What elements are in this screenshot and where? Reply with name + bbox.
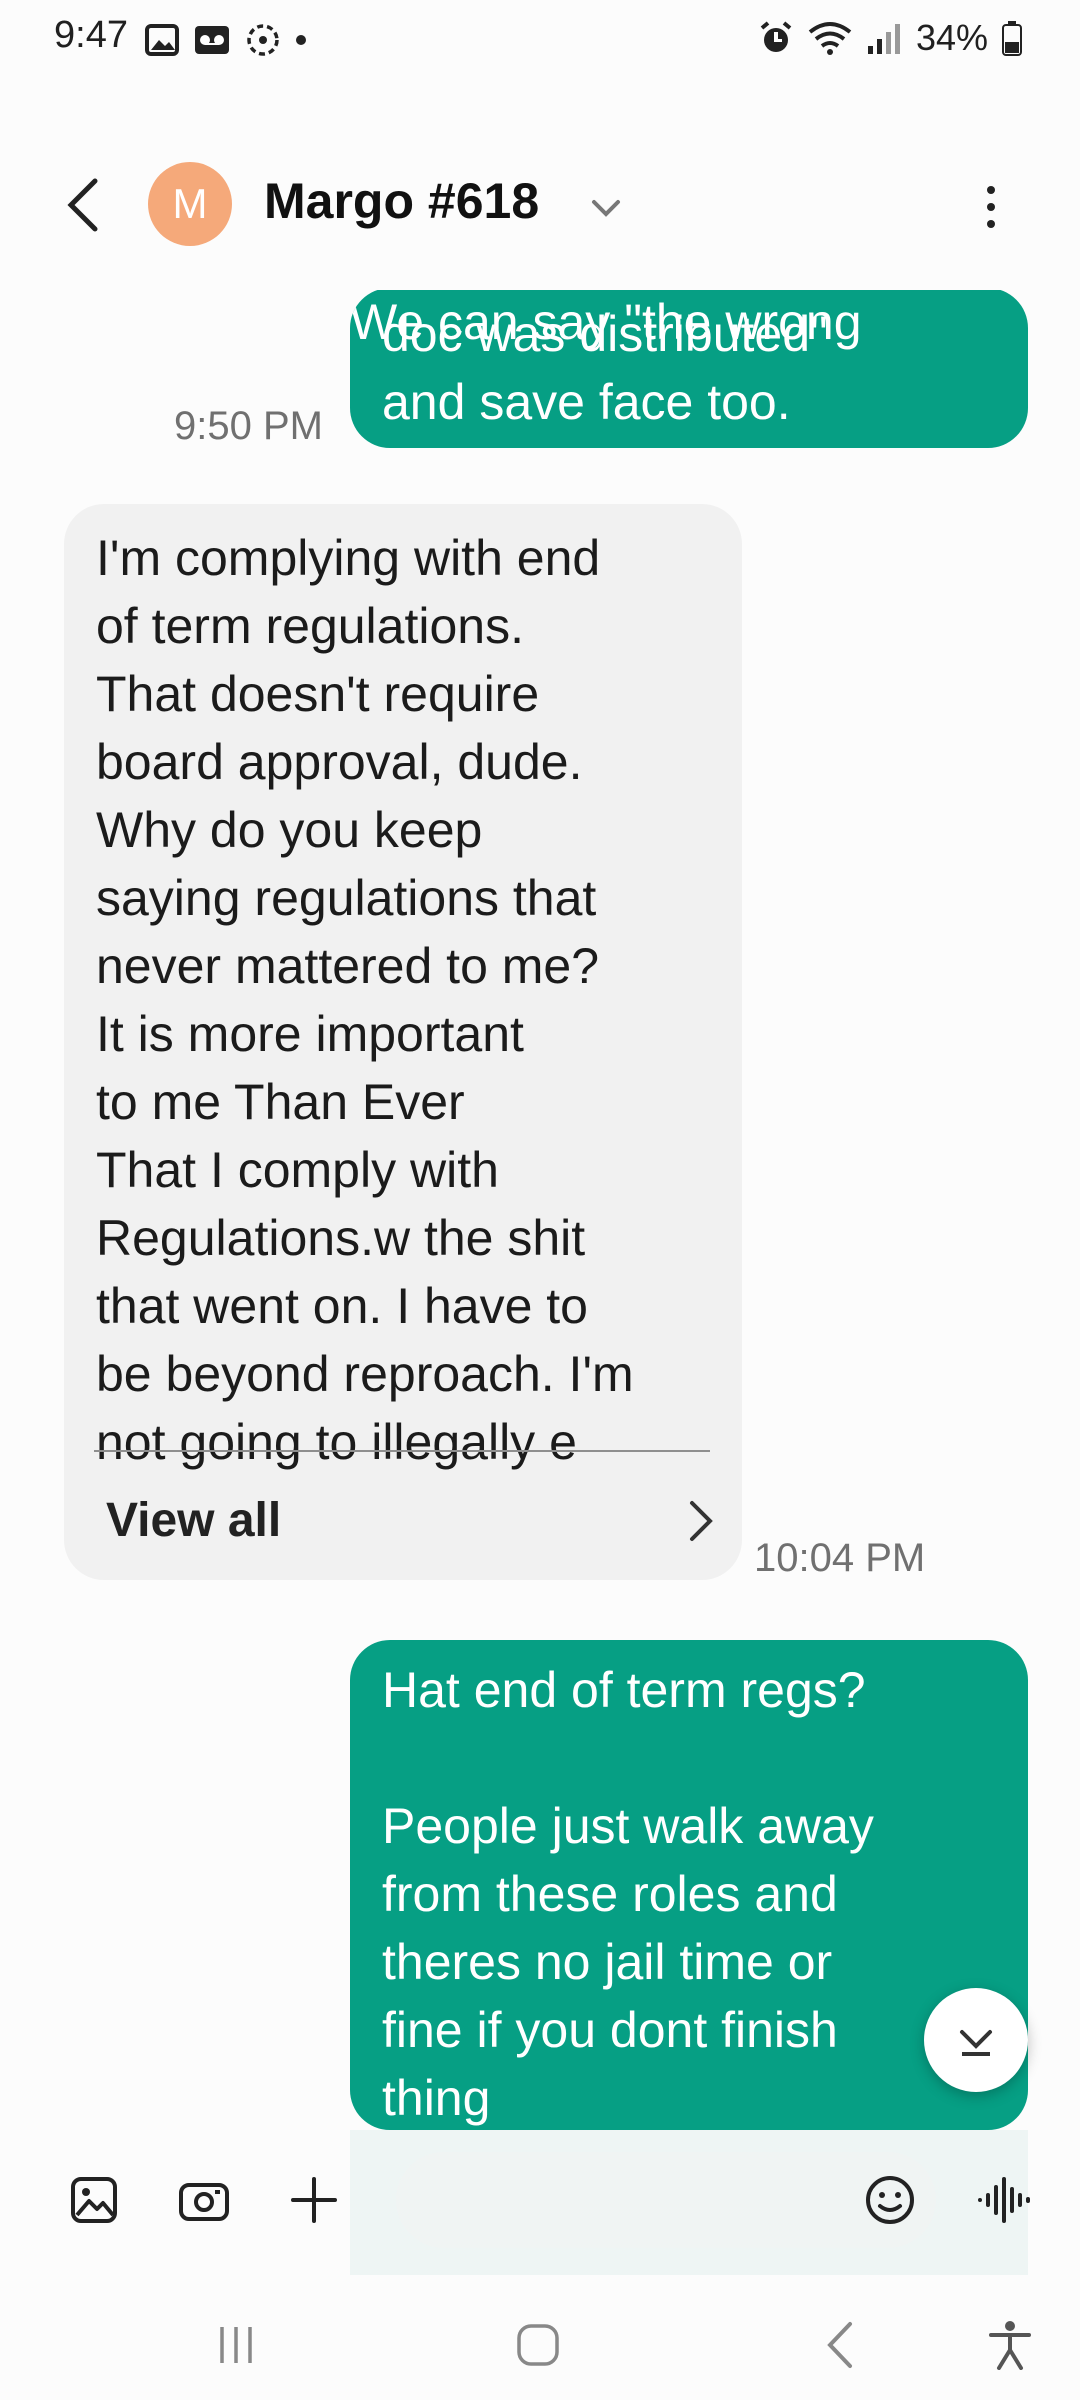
nav-back-button[interactable] [800,2310,880,2380]
message-composer [0,2130,1080,2275]
system-navigation-bar [0,2290,1080,2400]
back-arrow-icon [67,178,98,232]
gallery-icon [71,2177,117,2223]
camera-icon [179,2183,229,2221]
gallery-button[interactable] [62,2168,126,2232]
accessibility-icon [989,2321,1031,2370]
battery-icon [1002,21,1022,56]
message-list[interactable]: We can say "the wrong doc was distribute… [0,290,1080,2130]
message-timestamp: 9:50 PM [174,404,323,448]
dot-icon [296,35,306,45]
chevron-down-icon [960,2030,992,2056]
alarm-icon [760,21,792,52]
emoji-icon [866,2176,914,2224]
notification-icons [145,22,307,58]
more-dot [987,220,995,228]
message-bubble-outgoing[interactable]: We can say "the wrong doc was distribute… [350,290,1028,448]
back-button[interactable] [50,172,116,238]
message-input[interactable] [396,2152,936,2248]
home-button[interactable] [498,2310,578,2380]
voice-record-button[interactable] [972,2168,1036,2232]
accessibility-button[interactable] [970,2310,1050,2380]
chevron-down-icon[interactable] [586,188,626,228]
message-text: I'm complying with end of term regulatio… [96,530,634,1470]
status-time: 9:47 [54,14,128,56]
signal-icon [867,24,900,54]
waveform-icon [978,2177,1030,2223]
scroll-to-bottom-button[interactable] [924,1988,1028,2092]
chevron-right-icon [690,1501,713,1541]
more-dot [987,186,995,194]
recent-apps-icon [220,2327,252,2363]
battery-percent: 34% [915,17,988,58]
message-text: Hat end of term regs? People just walk a… [382,1662,874,2126]
more-options-button[interactable] [966,174,1016,240]
status-bar: 9:47 34% [0,0,1080,80]
plus-icon [291,2177,337,2223]
emoji-button[interactable] [858,2168,922,2232]
message-text: doc was distributed" and save face too. [382,306,828,430]
gallery-icon [145,24,179,56]
add-attachment-button[interactable] [282,2168,346,2232]
wifi-icon [808,22,852,55]
view-all-button[interactable]: View all [106,1476,716,1566]
camera-button[interactable] [172,2168,236,2232]
avatar[interactable]: M [148,162,232,246]
conversation-header: M Margo #618 [0,150,1080,260]
more-dot [987,203,995,211]
system-icons: 34% [758,16,1022,60]
voicemail-icon [195,26,229,54]
message-timestamp: 10:04 PM [754,1536,926,1580]
recent-apps-button[interactable] [196,2310,276,2380]
home-icon [517,2324,559,2366]
contact-name[interactable]: Margo #618 [264,172,539,230]
divider [94,1450,710,1452]
back-icon [827,2322,852,2368]
sync-icon [247,24,279,56]
view-all-label: View all [106,1494,282,1547]
message-bubble-incoming[interactable]: I'm complying with end of term regulatio… [64,504,742,1580]
